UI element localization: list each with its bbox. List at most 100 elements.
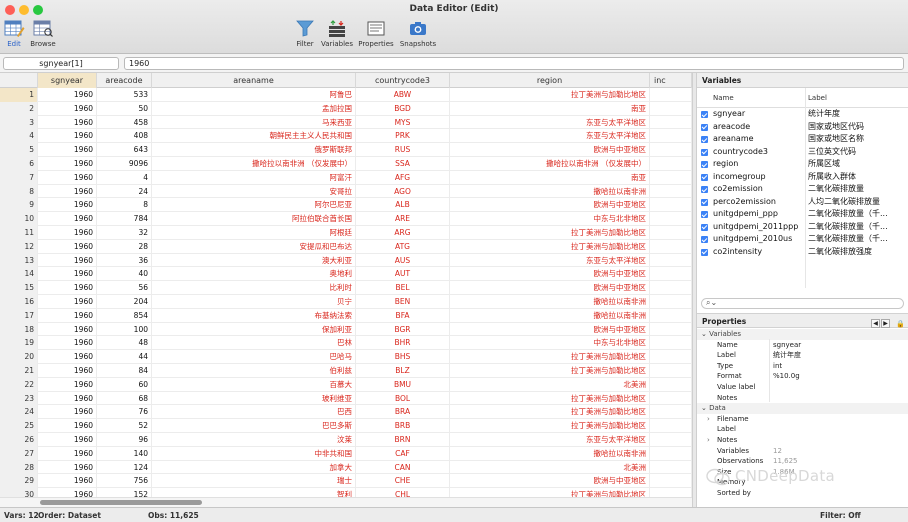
column-header-areaname[interactable]: areaname [152, 73, 356, 88]
cell-countrycode3[interactable]: ARE [356, 212, 450, 226]
cell-sgnyear[interactable]: 1960 [38, 322, 97, 337]
cell-sgnyear[interactable]: 1960 [38, 225, 97, 240]
cell-areaname[interactable]: 瑞士 [152, 474, 356, 489]
visible-checkbox[interactable] [701, 111, 708, 118]
cell-areaname[interactable]: 孟加拉国 [152, 101, 356, 116]
variable-row[interactable]: unitgdpemi_2010us 二氧化碳排放量（千... [697, 233, 908, 246]
cell-region[interactable]: 拉丁美洲与加勒比地区 [450, 391, 650, 406]
cell-region[interactable]: 拉丁美洲与加勒比地区 [450, 350, 650, 364]
edit-mode-button[interactable]: Edit [3, 19, 25, 48]
cell-sgnyear[interactable]: 1960 [38, 446, 97, 461]
visible-checkbox[interactable] [701, 248, 708, 256]
visible-checkbox[interactable] [701, 123, 708, 131]
cell-areaname[interactable]: 阿鲁巴 [152, 88, 356, 102]
cell-areaname[interactable]: 中非共和国 [152, 446, 356, 461]
expand-chevron-icon[interactable]: › [707, 414, 710, 425]
cell-countrycode3[interactable]: CAN [356, 460, 450, 475]
cell-inc[interactable] [650, 322, 692, 337]
cell-sgnyear[interactable]: 1960 [38, 391, 97, 406]
cell-areaname[interactable]: 撒哈拉以南非洲 （仅发展中） [152, 156, 356, 171]
cell-inc[interactable] [650, 170, 692, 185]
label-column-header[interactable]: Label [808, 94, 827, 102]
cell-inc[interactable] [650, 363, 692, 378]
column-header-sgnyear[interactable]: sgnyear [38, 73, 97, 88]
cell-countrycode3[interactable]: CHE [356, 474, 450, 489]
cell-countrycode3[interactable]: BEN [356, 294, 450, 309]
cell-countrycode3[interactable]: BHR [356, 336, 450, 351]
cell-region[interactable]: 撒哈拉以南非洲 [450, 294, 650, 309]
cell-inc[interactable] [650, 156, 692, 171]
cell-region[interactable]: 撒哈拉以南非洲 （仅发展中） [450, 156, 650, 171]
cell-region[interactable]: 拉丁美洲与加勒比地区 [450, 225, 650, 240]
property-row[interactable]: Value label [697, 382, 908, 393]
cell-region[interactable]: 拉丁美洲与加勒比地区 [450, 405, 650, 420]
cell-areacode[interactable]: 408 [97, 129, 152, 144]
cell-inc[interactable] [650, 432, 692, 447]
cell-areaname[interactable]: 贝宁 [152, 294, 356, 309]
cell-areaname[interactable]: 巴林 [152, 336, 356, 351]
cell-countrycode3[interactable]: BFA [356, 308, 450, 323]
cell-countrycode3[interactable]: ARG [356, 225, 450, 240]
cell-areaname[interactable]: 智利 [152, 488, 356, 497]
cell-region[interactable]: 拉丁美洲与加勒比地区 [450, 88, 650, 102]
cell-areaname[interactable]: 比利时 [152, 281, 356, 295]
property-row[interactable]: Name sgnyear [697, 340, 908, 351]
cell-areacode[interactable]: 4 [97, 170, 152, 185]
cell-areaname[interactable]: 阿根廷 [152, 225, 356, 240]
cell-areaname[interactable]: 保加利亚 [152, 322, 356, 337]
data-grid[interactable]: sgnyear areacode areaname countrycode3 regio… [0, 73, 692, 497]
cell-countrycode3[interactable]: BEL [356, 281, 450, 295]
column-header-areacode[interactable]: areacode [97, 73, 152, 88]
cell-areacode[interactable]: 643 [97, 143, 152, 157]
cell-areacode[interactable]: 44 [97, 350, 152, 364]
variable-row[interactable]: incomegroup 所属收入群体 [697, 171, 908, 184]
cell-countrycode3[interactable]: BOL [356, 391, 450, 406]
cell-region[interactable]: 欧洲与中亚地区 [450, 322, 650, 337]
lock-icon[interactable]: 🔒 [896, 317, 905, 328]
cell-areaname[interactable]: 布基纳法索 [152, 308, 356, 323]
cell-reference-box[interactable]: sgnyear[1] [3, 57, 119, 70]
cell-areacode[interactable]: 8 [97, 198, 152, 213]
cell-region[interactable]: 东亚与太平洋地区 [450, 115, 650, 130]
cell-sgnyear[interactable]: 1960 [38, 267, 97, 282]
cell-countrycode3[interactable]: ATG [356, 239, 450, 254]
horizontal-scroll-thumb[interactable] [40, 500, 202, 505]
expand-chevron-icon[interactable]: › [707, 435, 710, 446]
cell-sgnyear[interactable]: 1960 [38, 432, 97, 447]
cell-countrycode3[interactable]: ABW [356, 88, 450, 102]
row-number-header[interactable] [0, 73, 38, 88]
cell-areacode[interactable]: 784 [97, 212, 152, 226]
cell-areaname[interactable]: 阿富汗 [152, 170, 356, 185]
cell-countrycode3[interactable]: BRA [356, 405, 450, 420]
cell-inc[interactable] [650, 377, 692, 392]
cell-areacode[interactable]: 28 [97, 239, 152, 254]
next-variable-button[interactable]: ▶ [881, 319, 890, 328]
cell-countrycode3[interactable]: BLZ [356, 363, 450, 378]
cell-countrycode3[interactable]: ALB [356, 198, 450, 213]
cell-areacode[interactable]: 96 [97, 432, 152, 447]
cell-inc[interactable] [650, 474, 692, 489]
cell-areaname[interactable]: 澳大利亚 [152, 253, 356, 268]
cell-sgnyear[interactable]: 1960 [38, 198, 97, 213]
cell-value-input[interactable]: 1960 [124, 57, 904, 70]
cell-countrycode3[interactable]: AGO [356, 184, 450, 199]
property-row[interactable]: Format %10.0g [697, 371, 908, 382]
cell-countrycode3[interactable]: BRN [356, 432, 450, 447]
cell-sgnyear[interactable]: 1960 [38, 156, 97, 171]
visible-checkbox[interactable] [701, 186, 708, 193]
property-row[interactable]: Variables 12 [697, 446, 908, 457]
cell-countrycode3[interactable]: AUT [356, 267, 450, 282]
visible-checkbox[interactable] [701, 161, 708, 168]
visible-checkbox[interactable] [701, 236, 708, 243]
filter-button[interactable]: Filter [293, 19, 317, 48]
cell-inc[interactable] [650, 88, 692, 102]
horizontal-scrollbar[interactable] [0, 497, 692, 507]
cell-inc[interactable] [650, 143, 692, 157]
cell-countrycode3[interactable]: SSA [356, 156, 450, 171]
properties-button[interactable]: Properties [357, 19, 395, 48]
cell-region[interactable]: 拉丁美洲与加勒比地区 [450, 239, 650, 254]
variable-row[interactable]: unitgdpemi_ppp 二氧化碳排放量（千... [697, 208, 908, 221]
cell-region[interactable]: 南亚 [450, 101, 650, 116]
cell-region[interactable]: 拉丁美洲与加勒比地区 [450, 488, 650, 497]
visible-checkbox[interactable] [701, 211, 708, 218]
